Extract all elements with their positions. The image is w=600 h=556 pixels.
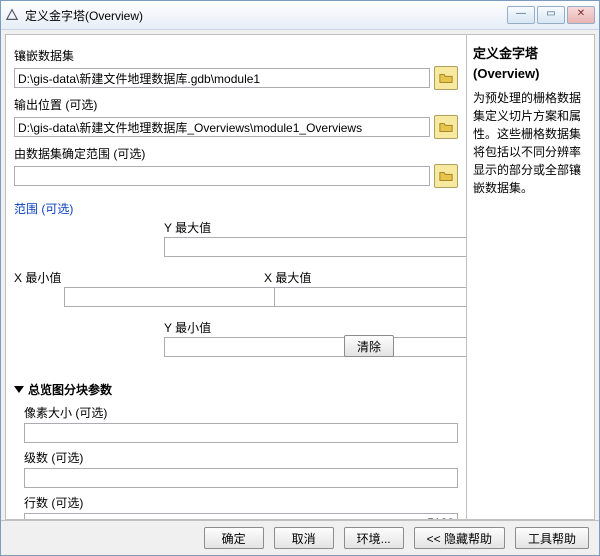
x-max-input[interactable] [274,287,466,307]
environments-button[interactable]: 环境... [344,527,404,549]
browse-output-button[interactable] [434,115,458,139]
hide-help-button[interactable]: << 隐藏帮助 [414,527,505,549]
window-buttons: — ▭ ✕ [507,6,595,24]
y-max-input[interactable] [164,237,466,257]
form-scroll[interactable]: 镶嵌数据集 输出位置 (可选) 由数据集确定范围 (可选) [6,35,466,519]
levels-input[interactable] [24,468,458,488]
extent-group: 范围 (可选) Y 最大值 X 最小值 X 最大值 Y 最小值 清除 [14,192,458,371]
clear-extent-button[interactable]: 清除 [344,335,394,357]
close-button[interactable]: ✕ [567,6,595,24]
x-max-label: X 最大值 [264,269,311,286]
tool-help-button[interactable]: 工具帮助 [515,527,589,549]
pixel-size-label: 像素大小 (可选) [24,404,458,421]
output-location-input[interactable] [14,117,430,137]
section-header[interactable]: 总览图分块参数 [14,381,458,398]
content-area: 镶嵌数据集 输出位置 (可选) 由数据集确定范围 (可选) [1,30,599,520]
define-from-dataset-input[interactable] [14,166,430,186]
section-title: 总览图分块参数 [28,381,112,398]
define-from-dataset-label: 由数据集确定范围 (可选) [14,145,458,162]
y-min-label: Y 最小值 [164,319,211,336]
app-icon [5,8,19,22]
extent-grid: Y 最大值 X 最小值 X 最大值 Y 最小值 清除 [14,219,458,369]
levels-label: 级数 (可选) [24,449,458,466]
minimize-button[interactable]: — [507,6,535,24]
titlebar: 定义金字塔(Overview) — ▭ ✕ [1,1,599,30]
help-title-2: (Overview) [473,66,588,81]
output-location-label: 输出位置 (可选) [14,96,458,113]
cancel-button[interactable]: 取消 [274,527,334,549]
rows-input[interactable] [24,513,458,519]
mosaic-dataset-label: 镶嵌数据集 [14,47,458,64]
y-max-label: Y 最大值 [164,219,211,236]
help-body: 为预处理的栅格数据集定义切片方案和属性。这些栅格数据集将包括以不同分辨率显示的部… [473,89,588,197]
form-panel: 镶嵌数据集 输出位置 (可选) 由数据集确定范围 (可选) [5,34,467,520]
browse-define-button[interactable] [434,164,458,188]
window: 定义金字塔(Overview) — ▭ ✕ 镶嵌数据集 输出位置 (可选) [0,0,600,556]
help-panel: 定义金字塔 (Overview) 为预处理的栅格数据集定义切片方案和属性。这些栅… [467,34,595,520]
ok-button[interactable]: 确定 [204,527,264,549]
disclosure-icon [14,386,24,393]
mosaic-dataset-input[interactable] [14,68,430,88]
browse-mosaic-button[interactable] [434,66,458,90]
x-min-label: X 最小值 [14,269,61,286]
y-min-input[interactable] [164,337,466,357]
rows-label: 行数 (可选) [24,494,458,511]
extent-label: 范围 (可选) [14,200,458,217]
window-title: 定义金字塔(Overview) [25,7,507,24]
footer: 确定 取消 环境... << 隐藏帮助 工具帮助 [1,520,599,555]
maximize-button[interactable]: ▭ [537,6,565,24]
pixel-size-input[interactable] [24,423,458,443]
section-body: 像素大小 (可选) 级数 (可选) 行数 (可选) 列数 (可选) 总览采样系数… [14,404,458,519]
help-title-1: 定义金字塔 [473,43,588,62]
